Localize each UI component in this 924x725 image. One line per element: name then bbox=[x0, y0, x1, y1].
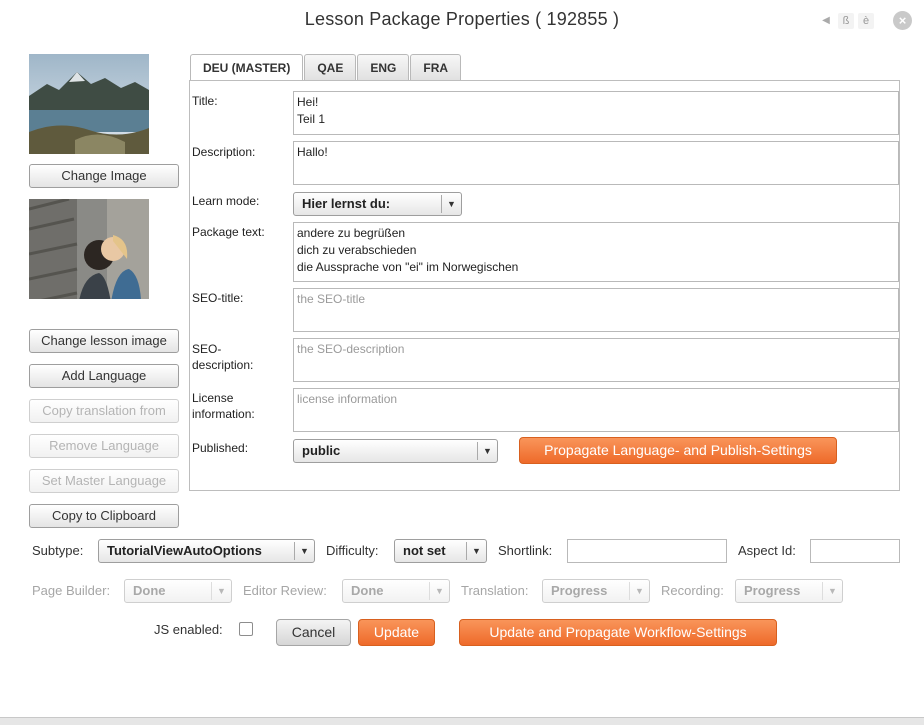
chevron-down-icon: ▼ bbox=[477, 442, 497, 460]
description-field[interactable]: Hallo! bbox=[293, 141, 899, 185]
license-label: License information: bbox=[192, 391, 255, 421]
seo-title-label: SEO-title: bbox=[192, 291, 244, 305]
recording-value: Progress bbox=[744, 583, 801, 598]
js-enabled-checkbox[interactable] bbox=[239, 622, 253, 636]
translation-label: Translation: bbox=[461, 583, 529, 598]
title-icons: ◀ ß è bbox=[818, 13, 874, 29]
seo-description-label: SEO- description: bbox=[192, 342, 254, 372]
seo-description-field[interactable]: the SEO-description bbox=[293, 338, 899, 382]
tab-deu-master[interactable]: DEU (MASTER) bbox=[190, 54, 304, 82]
close-icon[interactable]: × bbox=[893, 11, 912, 30]
title-label: Title: bbox=[192, 94, 218, 108]
chevron-down-icon: ▼ bbox=[441, 195, 461, 213]
chevron-down-icon: ▼ bbox=[429, 582, 449, 600]
lesson-image bbox=[29, 199, 149, 299]
difficulty-select[interactable]: not set ▼ bbox=[394, 539, 487, 563]
cancel-button[interactable]: Cancel bbox=[276, 619, 351, 646]
js-enabled-label: JS enabled: bbox=[154, 622, 223, 637]
published-label: Published: bbox=[192, 441, 249, 455]
shortlink-label: Shortlink: bbox=[498, 543, 553, 558]
beta-char-icon[interactable]: ß bbox=[838, 13, 854, 29]
package-text-field[interactable]: andere zu begrüßen dich zu verabschieden… bbox=[293, 222, 899, 282]
chevron-down-icon: ▼ bbox=[211, 582, 231, 600]
description-label: Description: bbox=[192, 145, 256, 159]
published-select[interactable]: public ▼ bbox=[293, 439, 498, 463]
published-value: public bbox=[302, 443, 341, 458]
chevron-down-icon: ▼ bbox=[822, 582, 842, 600]
back-arrow-icon[interactable]: ◀ bbox=[818, 13, 834, 29]
subtype-value: TutorialViewAutoOptions bbox=[107, 543, 262, 558]
accent-char-icon[interactable]: è bbox=[858, 13, 874, 29]
subtype-label: Subtype: bbox=[32, 543, 84, 558]
chevron-down-icon: ▼ bbox=[629, 582, 649, 600]
translation-value: Progress bbox=[551, 583, 608, 598]
license-field[interactable]: license information bbox=[293, 388, 899, 432]
subtype-select[interactable]: TutorialViewAutoOptions ▼ bbox=[98, 539, 315, 563]
editor-review-label: Editor Review: bbox=[243, 583, 327, 598]
change-image-button[interactable]: Change Image bbox=[29, 164, 179, 188]
language-tabs: DEU (MASTER) QAE ENG FRA bbox=[190, 54, 462, 82]
page-builder-value: Done bbox=[133, 583, 166, 598]
update-propagate-workflow-button[interactable]: Update and Propagate Workflow-Settings bbox=[459, 619, 777, 646]
tab-qae[interactable]: QAE bbox=[304, 54, 357, 81]
learn-mode-value: Hier lernst du: bbox=[302, 196, 391, 211]
page-builder-label: Page Builder: bbox=[32, 583, 111, 598]
learn-mode-label: Learn mode: bbox=[192, 194, 260, 208]
recording-select[interactable]: Progress ▼ bbox=[735, 579, 843, 603]
add-language-button[interactable]: Add Language bbox=[29, 364, 179, 388]
remove-language-button[interactable]: Remove Language bbox=[29, 434, 179, 458]
chevron-down-icon: ▼ bbox=[466, 542, 486, 560]
page-builder-select[interactable]: Done ▼ bbox=[124, 579, 232, 603]
seo-title-field[interactable]: the SEO-title bbox=[293, 288, 899, 332]
learn-mode-select[interactable]: Hier lernst du: ▼ bbox=[293, 192, 462, 216]
change-lesson-image-button[interactable]: Change lesson image bbox=[29, 329, 179, 353]
propagate-language-button[interactable]: Propagate Language- and Publish-Settings bbox=[519, 437, 837, 464]
update-button[interactable]: Update bbox=[358, 619, 435, 646]
recording-label: Recording: bbox=[661, 583, 724, 598]
copy-translation-button[interactable]: Copy translation from bbox=[29, 399, 179, 423]
tab-eng[interactable]: ENG bbox=[357, 54, 410, 81]
package-image bbox=[29, 54, 149, 154]
editor-review-value: Done bbox=[351, 583, 384, 598]
translation-select[interactable]: Progress ▼ bbox=[542, 579, 650, 603]
dialog-title: Lesson Package Properties ( 192855 ) bbox=[304, 9, 620, 29]
aspect-id-input[interactable] bbox=[810, 539, 900, 563]
difficulty-label: Difficulty: bbox=[326, 543, 379, 558]
tab-fra[interactable]: FRA bbox=[410, 54, 462, 81]
chevron-down-icon: ▼ bbox=[294, 542, 314, 560]
editor-review-select[interactable]: Done ▼ bbox=[342, 579, 450, 603]
lesson-package-dialog: Lesson Package Properties ( 192855 ) ◀ ß… bbox=[0, 0, 924, 718]
title-field[interactable]: Hei! Teil 1 bbox=[293, 91, 899, 135]
difficulty-value: not set bbox=[403, 543, 446, 558]
aspect-id-label: Aspect Id: bbox=[738, 543, 796, 558]
copy-to-clipboard-button[interactable]: Copy to Clipboard bbox=[29, 504, 179, 528]
package-text-label: Package text: bbox=[192, 225, 265, 239]
shortlink-input[interactable] bbox=[567, 539, 727, 563]
set-master-language-button[interactable]: Set Master Language bbox=[29, 469, 179, 493]
